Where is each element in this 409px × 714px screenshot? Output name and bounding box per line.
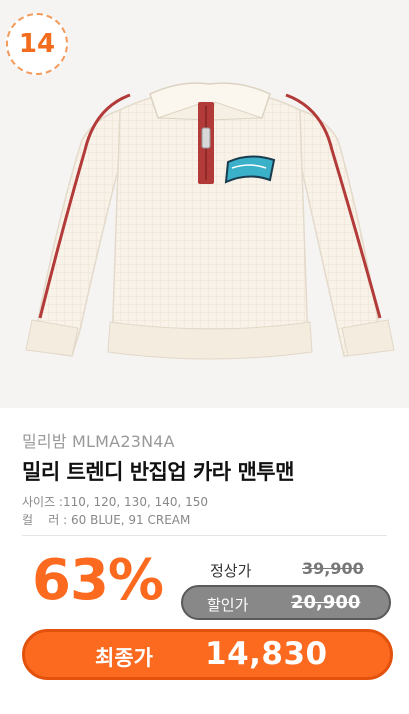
regular-price: 39,900 xyxy=(302,559,364,578)
color-label: 컬 러 : xyxy=(22,513,72,527)
final-price-label: 최종가 xyxy=(95,646,153,670)
color-value: 60 BLUE, 91 CREAM xyxy=(71,513,191,527)
sale-price-label: 할인가 xyxy=(207,596,249,614)
final-price: 14,830 xyxy=(205,636,328,672)
regular-price-label: 정상가 xyxy=(210,562,252,580)
size-value: 110, 120, 130, 140, 150 xyxy=(62,495,209,509)
divider xyxy=(22,535,387,536)
product-image-area: 14 xyxy=(0,0,409,408)
product-title: 밀리 트렌디 반집업 카라 맨투맨 xyxy=(22,460,294,484)
discount-rate: 63% xyxy=(32,548,164,613)
size-label: 사이즈 : xyxy=(22,495,63,509)
size-spec: 사이즈 : 110, 120, 130, 140, 150 xyxy=(22,493,208,510)
brand-model: 밀리밤 MLMA23N4A xyxy=(22,432,175,451)
sale-price: 20,900 xyxy=(291,592,361,613)
rank-badge: 14 xyxy=(6,13,68,75)
color-spec: 컬 러 : 60 BLUE, 91 CREAM xyxy=(22,511,190,528)
